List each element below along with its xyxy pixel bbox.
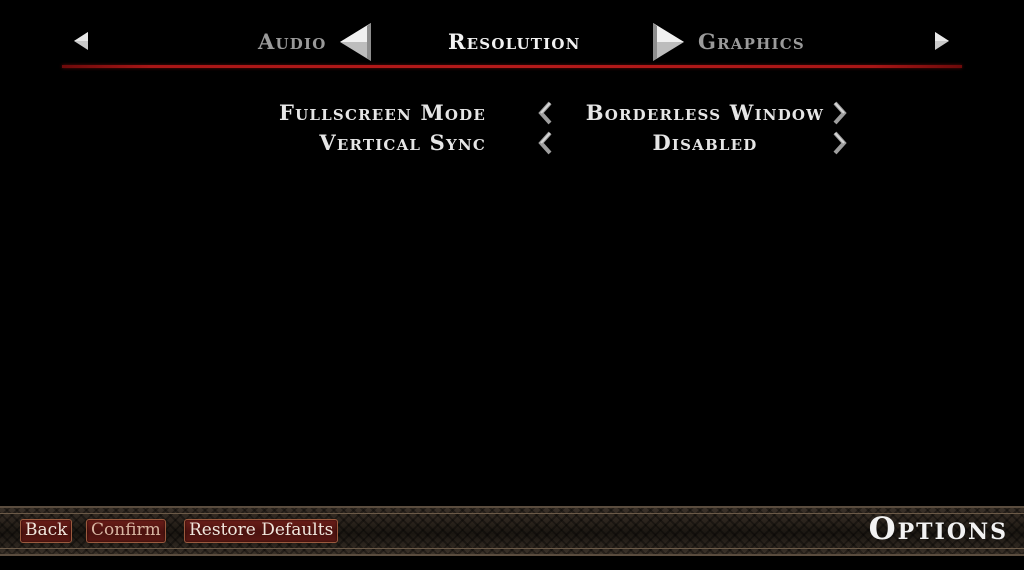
restore-defaults-button[interactable]: Restore Defaults xyxy=(184,519,339,543)
small-left-arrow-icon[interactable] xyxy=(72,31,90,51)
screen-title: Options xyxy=(868,511,1008,547)
big-right-arrow-icon[interactable] xyxy=(651,21,687,63)
setting-row-vertical-sync: Vertical Sync Disabled xyxy=(0,130,1024,158)
chevron-right-icon[interactable] xyxy=(830,130,850,156)
chevron-right-icon[interactable] xyxy=(830,100,850,126)
big-left-arrow-icon[interactable] xyxy=(337,21,373,63)
tab-graphics[interactable]: Graphics xyxy=(698,29,805,54)
small-right-arrow-icon[interactable] xyxy=(933,31,951,51)
setting-label: Fullscreen Mode xyxy=(279,100,486,125)
setting-value[interactable]: Borderless Window xyxy=(560,100,850,125)
setting-label: Vertical Sync xyxy=(319,130,486,155)
confirm-button[interactable]: Confirm xyxy=(86,519,166,543)
options-tab-bar: Audio Resolution Graphics xyxy=(0,0,1024,70)
setting-value[interactable]: Disabled xyxy=(560,130,850,155)
tab-divider xyxy=(62,65,962,68)
back-button[interactable]: Back xyxy=(20,519,73,543)
chevron-left-icon[interactable] xyxy=(535,130,555,156)
tab-audio[interactable]: Audio xyxy=(258,29,326,54)
setting-row-fullscreen-mode: Fullscreen Mode Borderless Window xyxy=(0,100,1024,128)
chevron-left-icon[interactable] xyxy=(535,100,555,126)
tab-resolution[interactable]: Resolution xyxy=(448,29,581,54)
